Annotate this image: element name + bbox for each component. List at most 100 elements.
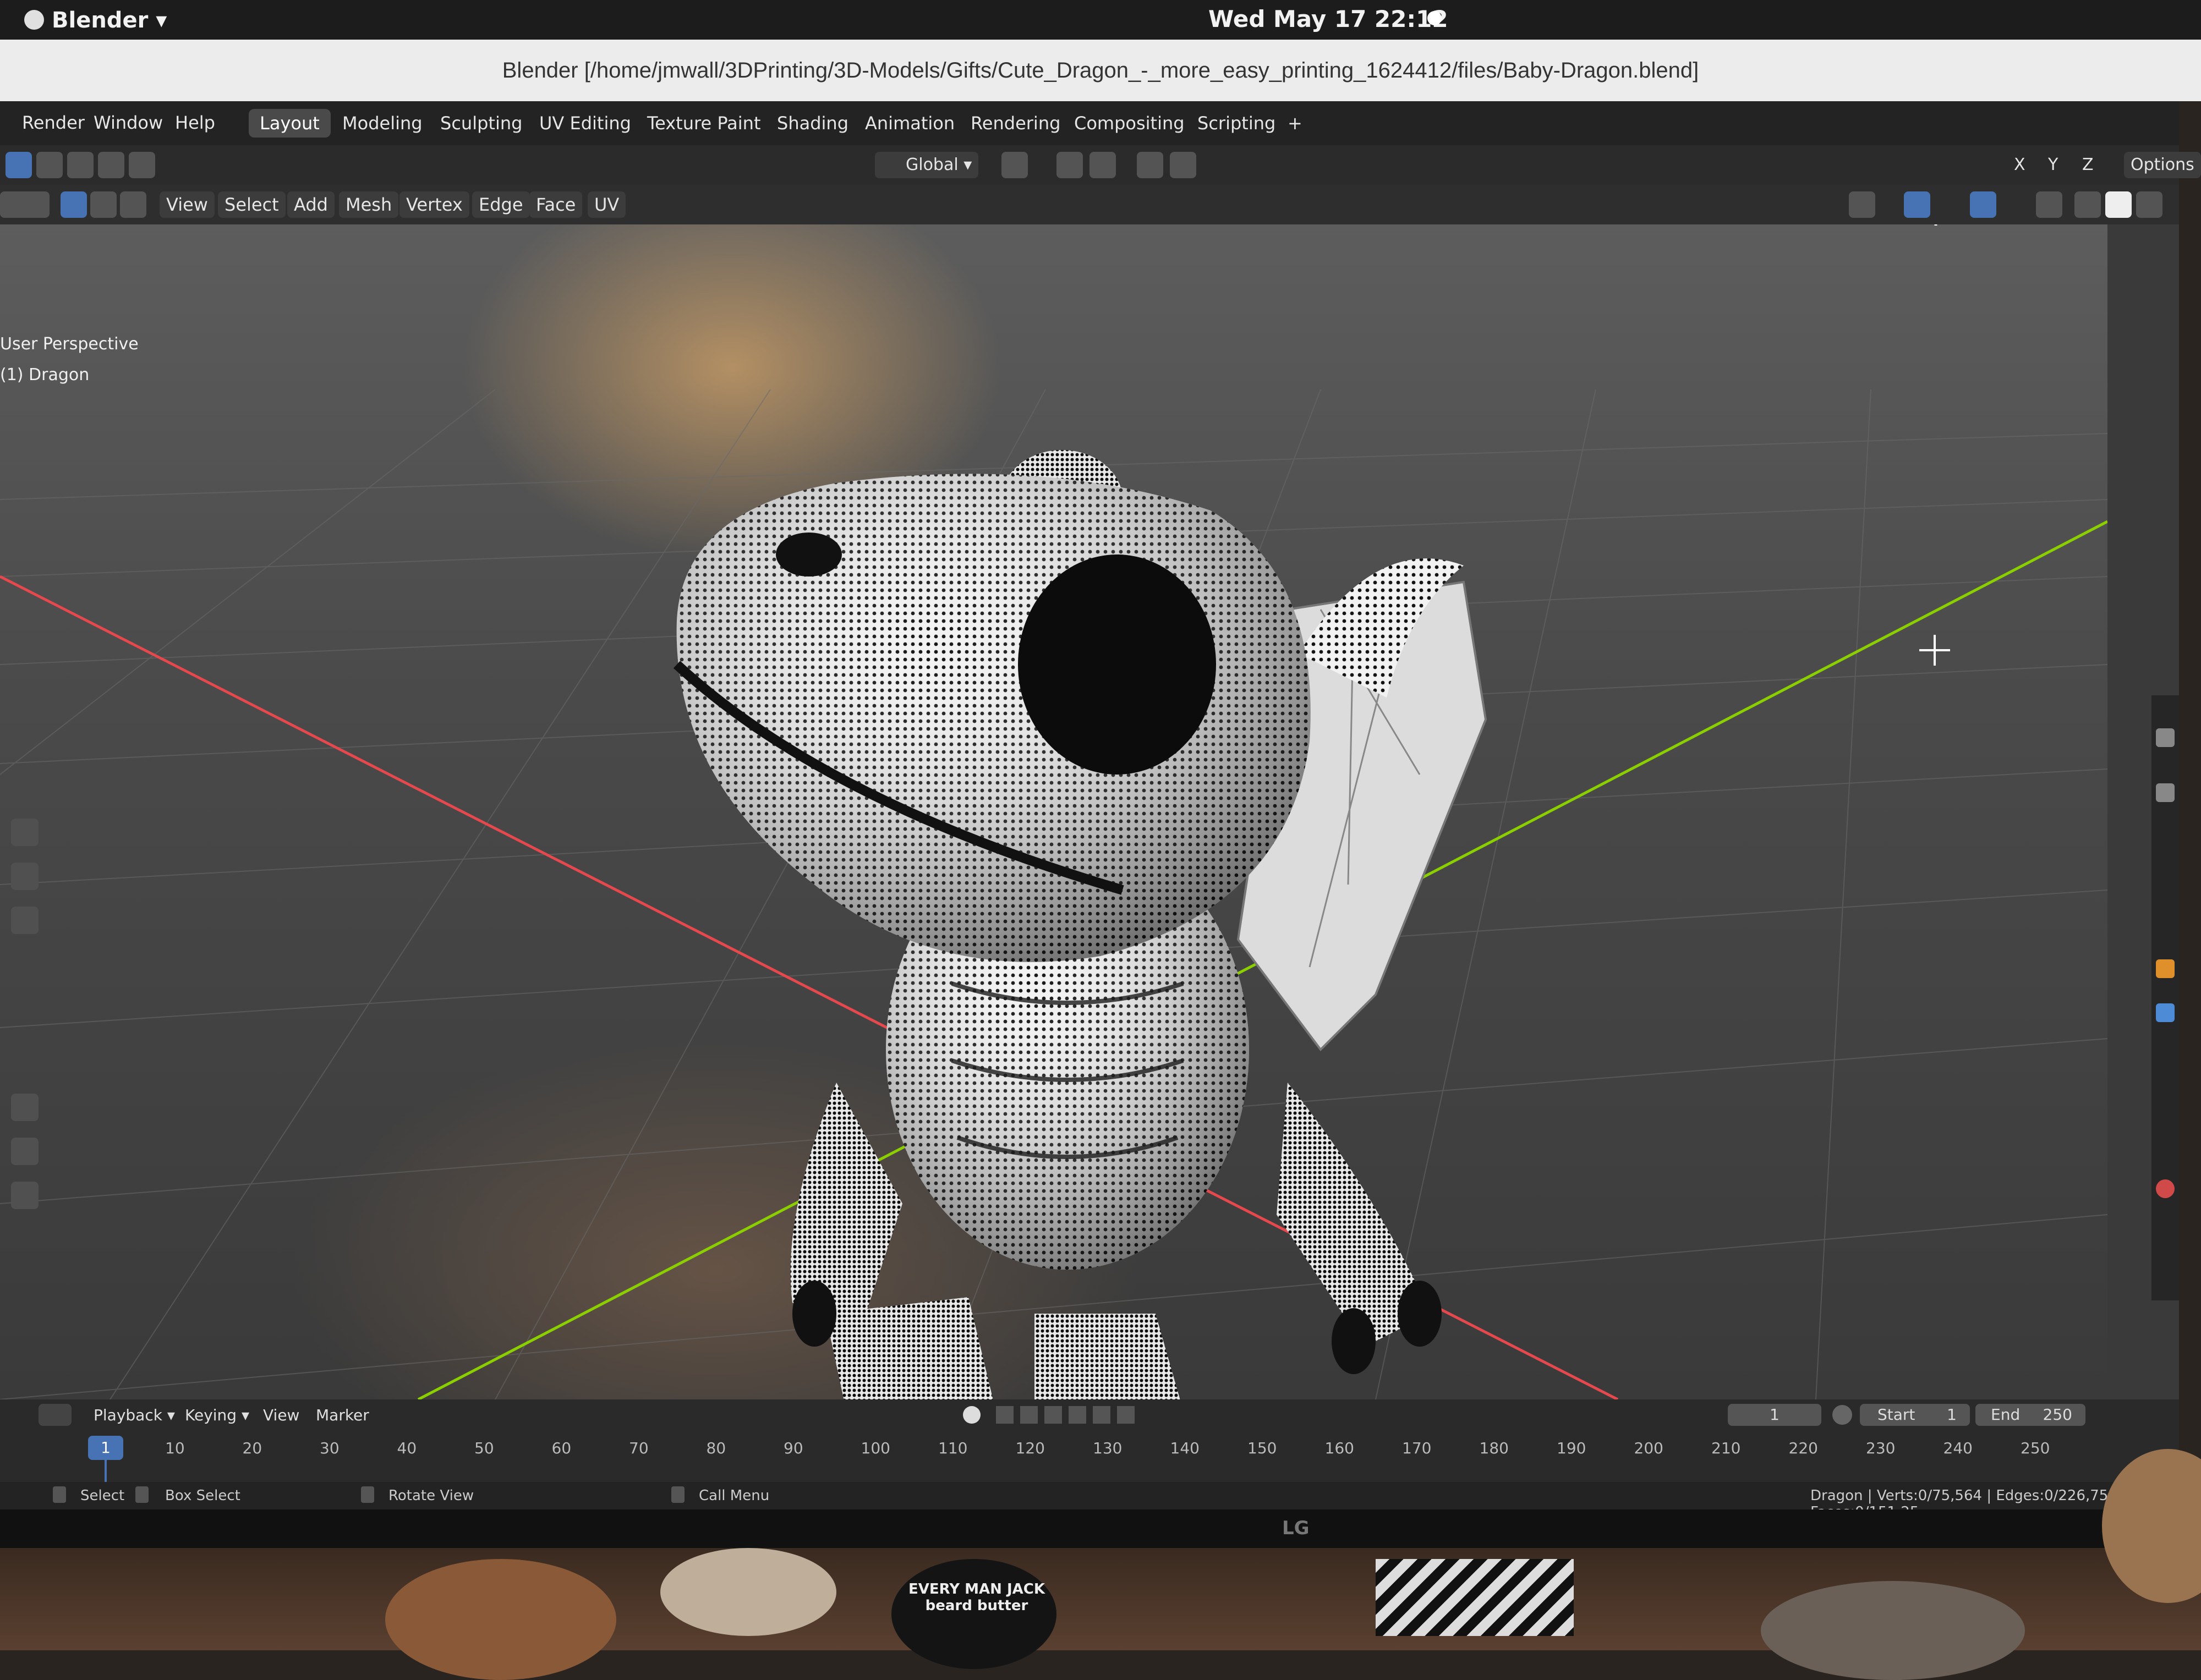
- frame-ruler-label: 250: [2021, 1439, 2050, 1457]
- menu-view[interactable]: View: [160, 191, 215, 218]
- frame-ruler-label: 130: [1093, 1439, 1123, 1457]
- window-title: Blender [/home/jmwall/3DPrinting/3D-Mode…: [0, 40, 2201, 101]
- tool-extrude-icon[interactable]: [11, 1094, 39, 1121]
- frame-ruler-label: 30: [320, 1439, 340, 1457]
- vertex-select-mode-icon[interactable]: [61, 191, 87, 218]
- gizmo-toggle-icon[interactable]: [1904, 191, 1930, 218]
- mode-selector-dropdown[interactable]: [0, 191, 50, 218]
- frame-ruler-label: 210: [1711, 1439, 1741, 1457]
- menu-add[interactable]: Add: [287, 191, 335, 218]
- blender-logo-icon: [24, 10, 44, 30]
- status-box-select: Box Select: [165, 1487, 240, 1504]
- dragon-mesh: [673, 450, 1487, 1399]
- menu-render[interactable]: Render: [22, 112, 85, 133]
- frame-ruler-label: 100: [861, 1439, 890, 1457]
- select-mode-new-icon[interactable]: [6, 152, 32, 178]
- snap-target-icon[interactable]: [1089, 152, 1116, 178]
- 3d-cursor-crosshair[interactable]: [1919, 635, 1950, 666]
- mirror-y-toggle[interactable]: Y: [2041, 152, 2065, 178]
- overlay-toggle-icon[interactable]: [1970, 191, 1996, 218]
- menu-face[interactable]: Face: [529, 191, 583, 218]
- tool-poly-build-icon[interactable]: [11, 1182, 39, 1209]
- app-menu[interactable]: Blender ▾: [24, 8, 167, 33]
- menu-mesh[interactable]: Mesh: [339, 191, 399, 218]
- menu-vertex[interactable]: Vertex: [399, 191, 469, 218]
- frame-ruler-label: 180: [1479, 1439, 1509, 1457]
- frame-ruler-label: 220: [1788, 1439, 1818, 1457]
- status-bar: Select Box Select Rotate View Call Menu …: [0, 1482, 2179, 1520]
- top-menu-bar: Render Window Help Layout Modeling Sculp…: [0, 101, 2179, 145]
- menu-window[interactable]: Window: [94, 112, 163, 133]
- tab-scripting[interactable]: Scripting: [1186, 109, 1286, 138]
- status-call-menu: Call Menu: [699, 1487, 770, 1504]
- tab-shading[interactable]: Shading: [766, 109, 859, 138]
- edge-select-mode-icon[interactable]: [90, 191, 117, 218]
- transform-orientation-dropdown[interactable]: Global ▾: [875, 152, 979, 178]
- tool-scale-icon[interactable]: [11, 907, 39, 934]
- tab-rendering[interactable]: Rendering: [960, 109, 1071, 138]
- wireframe-shading-icon[interactable]: [2074, 191, 2101, 218]
- tab-sculpting[interactable]: Sculpting: [429, 109, 533, 138]
- system-clock[interactable]: Wed May 17 22:12: [1208, 6, 1448, 32]
- solid-shading-icon[interactable]: [2105, 191, 2132, 218]
- menu-edge[interactable]: Edge: [472, 191, 530, 218]
- modifier-properties-icon[interactable]: [2156, 1003, 2175, 1022]
- mirror-x-toggle[interactable]: X: [2007, 152, 2032, 178]
- monitor-bezel: LG: [0, 1509, 2201, 1548]
- frame-ruler-label: 190: [1557, 1439, 1586, 1457]
- pivot-point-icon[interactable]: [1001, 152, 1028, 178]
- tool-settings-header: Global ▾ X Y Z Options: [0, 145, 2201, 185]
- 3d-viewport[interactable]: User Perspective (1) Dragon: [0, 224, 2107, 1399]
- proportional-edit-icon[interactable]: [1137, 152, 1163, 178]
- tab-compositing[interactable]: Compositing: [1063, 109, 1196, 138]
- xray-toggle-icon[interactable]: [2036, 191, 2062, 218]
- coaster: [1761, 1581, 2025, 1680]
- frame-ruler-label: 240: [1943, 1439, 1973, 1457]
- menu-select[interactable]: Select: [218, 191, 286, 218]
- material-properties-icon[interactable]: [2156, 1179, 2175, 1198]
- frame-ruler-label: 10: [165, 1439, 185, 1457]
- options-dropdown[interactable]: Options: [2124, 152, 2201, 178]
- mouse-left-icon: [53, 1486, 66, 1503]
- tool-rotate-icon[interactable]: [11, 863, 39, 890]
- select-mode-subtract-icon[interactable]: [67, 152, 94, 178]
- tool-properties-icon[interactable]: [2156, 728, 2175, 747]
- select-mode-intersect-icon[interactable]: [129, 152, 155, 178]
- frame-ruler-label: 200: [1634, 1439, 1663, 1457]
- face-select-mode-icon[interactable]: [120, 191, 146, 218]
- select-mode-extend-icon[interactable]: [36, 152, 63, 178]
- frame-ruler-label: 170: [1402, 1439, 1432, 1457]
- proportional-falloff-icon[interactable]: [1170, 152, 1196, 178]
- menu-help[interactable]: Help: [175, 112, 215, 133]
- frame-ruler-label: 70: [629, 1439, 649, 1457]
- tab-modeling[interactable]: Modeling: [331, 109, 434, 138]
- menu-uv[interactable]: UV: [588, 191, 626, 218]
- orientation-label: Global: [906, 155, 959, 174]
- visibility-icon[interactable]: [1849, 191, 1875, 218]
- tab-layout[interactable]: Layout: [249, 109, 331, 138]
- snap-toggle-icon[interactable]: [1056, 152, 1083, 178]
- navigation-gizmo[interactable]: [2091, 334, 2107, 444]
- frame-ruler-label: 230: [1866, 1439, 1896, 1457]
- properties-tab-strip: [2151, 695, 2179, 1300]
- monitor-brand-logo: LG: [1282, 1517, 1310, 1539]
- add-workspace-button[interactable]: +: [1277, 109, 1313, 138]
- frame-ruler-label: 80: [706, 1439, 726, 1457]
- tool-move-icon[interactable]: [11, 819, 39, 846]
- tab-animation[interactable]: Animation: [854, 109, 966, 138]
- select-mode-invert-icon[interactable]: [98, 152, 124, 178]
- object-properties-icon[interactable]: [2156, 959, 2175, 978]
- frame-ruler-label: 60: [551, 1439, 572, 1457]
- frame-ruler-label: 90: [784, 1439, 803, 1457]
- frame-ruler[interactable]: 10 20 30 40 50 60 70 80 90 100 110 120 130 140 150 160 1…: [0, 1399, 2179, 1482]
- mirror-z-toggle[interactable]: Z: [2076, 152, 2100, 178]
- frame-ruler-label: 20: [242, 1439, 262, 1457]
- render-properties-icon[interactable]: [2156, 783, 2175, 802]
- 3d-viewport-header: View Select Add Mesh Vertex Edge Face UV: [0, 185, 2179, 224]
- viewport-canvas: [0, 224, 2107, 1399]
- tab-texture-paint[interactable]: Texture Paint: [636, 109, 772, 138]
- material-shading-icon[interactable]: [2136, 191, 2162, 218]
- tab-uv-editing[interactable]: UV Editing: [528, 109, 642, 138]
- tool-knife-icon[interactable]: [11, 1138, 39, 1165]
- app-menu-label: Blender ▾: [52, 8, 167, 33]
